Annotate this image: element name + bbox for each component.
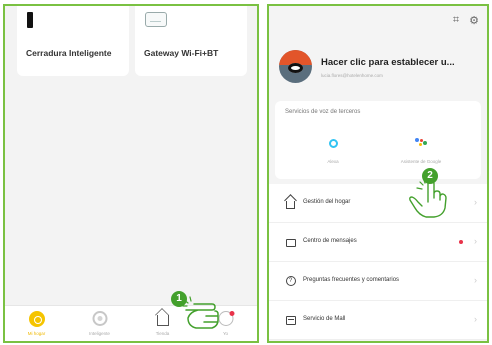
pointing-hand-icon — [409, 180, 447, 218]
chevron-right-icon: › — [474, 197, 477, 207]
me-screen: ⌗ ⚙ Hacer clic para establecer u... luci… — [267, 4, 489, 343]
scan-icon[interactable]: ⌗ — [453, 14, 459, 27]
menu-item-faq[interactable]: ? Preguntas frecuentes y comentarios › — [269, 262, 487, 301]
tab-label: Inteligente — [89, 331, 110, 336]
menu-item-label: Preguntas frecuentes y comentarios — [303, 277, 400, 283]
message-center-icon — [285, 237, 296, 248]
shop-tab-icon — [156, 311, 169, 326]
device-card-gateway[interactable]: Gateway Wi-Fi+BT — [135, 6, 247, 76]
tab-home[interactable]: Mi hogar — [5, 306, 68, 341]
settings-menu: Gestión del hogar › Centro de mensajes ›… — [269, 184, 487, 340]
smart-lock-icon — [27, 12, 33, 28]
faq-icon: ? — [285, 276, 296, 287]
voice-services-title: Servicios de voz de terceros — [285, 109, 361, 115]
mall-service-icon — [285, 315, 296, 326]
menu-item-label: Centro de mensajes — [303, 238, 357, 244]
voice-service-google[interactable]: Asistente de Google — [381, 135, 461, 164]
pointing-hand-icon — [182, 296, 219, 329]
tab-smart[interactable]: Inteligente — [68, 306, 131, 341]
menu-item-label: Gestión del hogar — [303, 199, 351, 205]
home-screen: Cerradura Inteligente Gateway Wi-Fi+BT M… — [3, 4, 259, 343]
settings-icon[interactable]: ⚙ — [469, 14, 479, 27]
home-tab-icon — [28, 311, 45, 327]
profile-header[interactable]: Hacer clic para establecer u... lucia.fl… — [269, 40, 487, 96]
device-card-lock[interactable]: Cerradura Inteligente — [17, 6, 129, 76]
profile-email: lucia.flores@hotelenhome.com — [321, 73, 383, 78]
tab-label: Mi hogar — [27, 331, 46, 336]
gateway-icon — [145, 12, 167, 27]
menu-item-home-management[interactable]: Gestión del hogar › — [269, 184, 487, 223]
notification-dot — [459, 240, 463, 244]
menu-item-mall-service[interactable]: Servicio de Mall › — [269, 301, 487, 340]
chevron-right-icon: › — [474, 275, 477, 285]
header-actions: ⌗ ⚙ — [453, 14, 479, 27]
voice-service-alexa[interactable]: Alexa — [293, 135, 373, 164]
device-name: Cerradura Inteligente — [26, 48, 112, 58]
device-name: Gateway Wi-Fi+BT — [144, 48, 219, 58]
chevron-right-icon: › — [474, 236, 477, 246]
scene-tab-icon — [92, 311, 107, 326]
voice-service-label: Asistente de Google — [400, 159, 442, 164]
avatar[interactable] — [279, 50, 312, 83]
alexa-icon — [328, 135, 338, 153]
step-2-badge: 2 — [422, 168, 438, 184]
google-assistant-icon — [415, 135, 427, 153]
notification-dot — [229, 311, 234, 316]
profile-name: Hacer clic para establecer u... — [321, 57, 455, 68]
voice-services-card: Servicios de voz de terceros Alexa Asist… — [275, 101, 481, 179]
chevron-right-icon: › — [474, 314, 477, 324]
home-manage-icon — [285, 198, 296, 209]
voice-service-label: Alexa — [327, 159, 339, 164]
instruction-illustration: Cerradura Inteligente Gateway Wi-Fi+BT M… — [0, 0, 492, 345]
menu-item-message-center[interactable]: Centro de mensajes › — [269, 223, 487, 262]
menu-item-label: Servicio de Mall — [303, 316, 346, 322]
step-1-badge: 1 — [171, 291, 187, 307]
